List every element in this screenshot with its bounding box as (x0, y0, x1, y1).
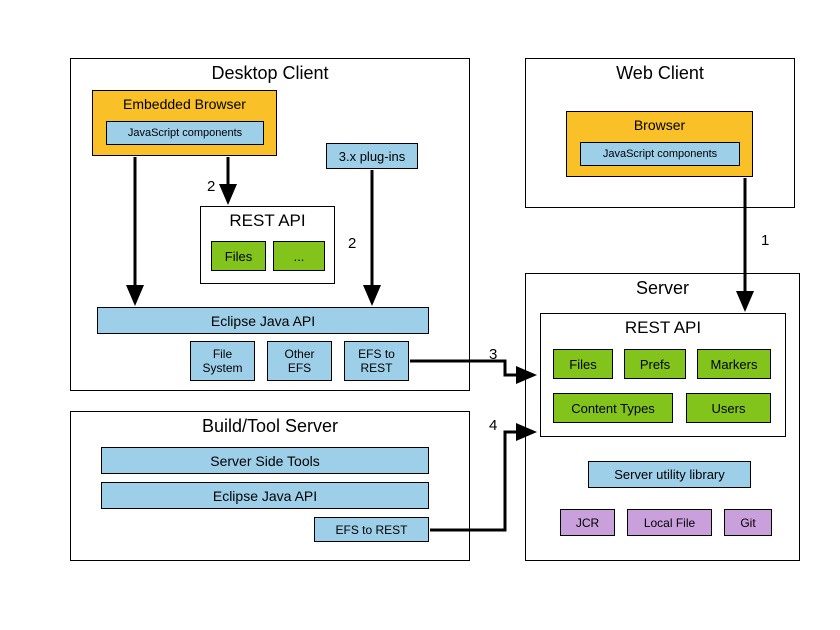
git-box: Git (724, 509, 772, 536)
plugins-box: 3.x plug-ins (326, 143, 418, 169)
web-client-title: Web Client (526, 63, 794, 84)
local-file-box: Local File (627, 509, 712, 536)
edge-4-label: 4 (489, 417, 497, 434)
server-rest-content-types: Content Types (553, 393, 673, 423)
build-efs-rest: EFS to REST (314, 517, 429, 542)
server-rest-markers: Markers (697, 349, 771, 379)
edge-2b-label: 2 (348, 235, 356, 252)
build-tool-title: Build/Tool Server (71, 416, 469, 437)
other-efs-box: Other EFS (267, 341, 332, 381)
diagram-stage: Desktop Client Embedded Browser JavaScri… (0, 0, 840, 630)
desktop-js-components: JavaScript components (106, 121, 264, 145)
edge-3-label: 3 (489, 346, 497, 363)
jcr-box: JCR (560, 509, 615, 536)
desktop-eclipse-api: Eclipse Java API (97, 307, 429, 334)
server-rest-prefs: Prefs (624, 349, 686, 379)
desktop-efs-rest-box: EFS to REST (344, 341, 409, 381)
server-title: Server (526, 278, 799, 299)
edge-2a-label: 2 (207, 178, 215, 195)
build-eclipse-api: Eclipse Java API (101, 482, 429, 509)
desktop-rest-more: ... (273, 241, 325, 271)
desktop-client-title: Desktop Client (71, 63, 469, 84)
server-rest-api-title: REST API (541, 318, 785, 338)
edge-1-label: 1 (761, 232, 769, 249)
server-side-tools: Server Side Tools (101, 447, 429, 474)
file-system-box: File System (190, 341, 255, 381)
server-utility-library: Server utility library (588, 461, 751, 488)
server-rest-users: Users (686, 393, 771, 423)
web-js-components: JavaScript components (580, 142, 740, 166)
server-rest-files: Files (553, 349, 613, 379)
desktop-rest-files: Files (211, 241, 266, 271)
embedded-browser-label: Embedded Browser (93, 96, 276, 112)
web-browser-label: Browser (567, 117, 752, 133)
desktop-rest-api-title: REST API (201, 211, 334, 231)
